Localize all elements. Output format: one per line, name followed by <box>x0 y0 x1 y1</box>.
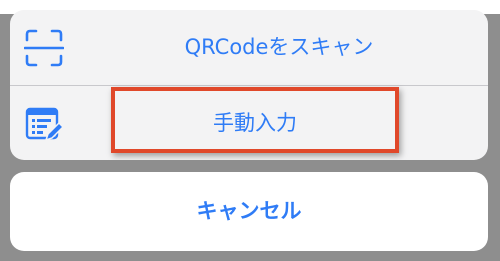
qrcode-scan-option[interactable]: QRCodeをスキャン <box>10 10 488 85</box>
qrcode-scan-label: QRCodeをスキャン <box>184 35 374 59</box>
manual-input-option[interactable]: 手動入力 <box>10 86 488 160</box>
manual-input-label: 手動入力 <box>213 111 297 135</box>
qr-scan-icon <box>23 28 65 68</box>
cancel-button[interactable]: キャンセル <box>10 172 488 251</box>
manual-input-icon <box>24 104 65 144</box>
action-sheet: QRCodeをスキャン 手動入力 <box>10 10 488 160</box>
